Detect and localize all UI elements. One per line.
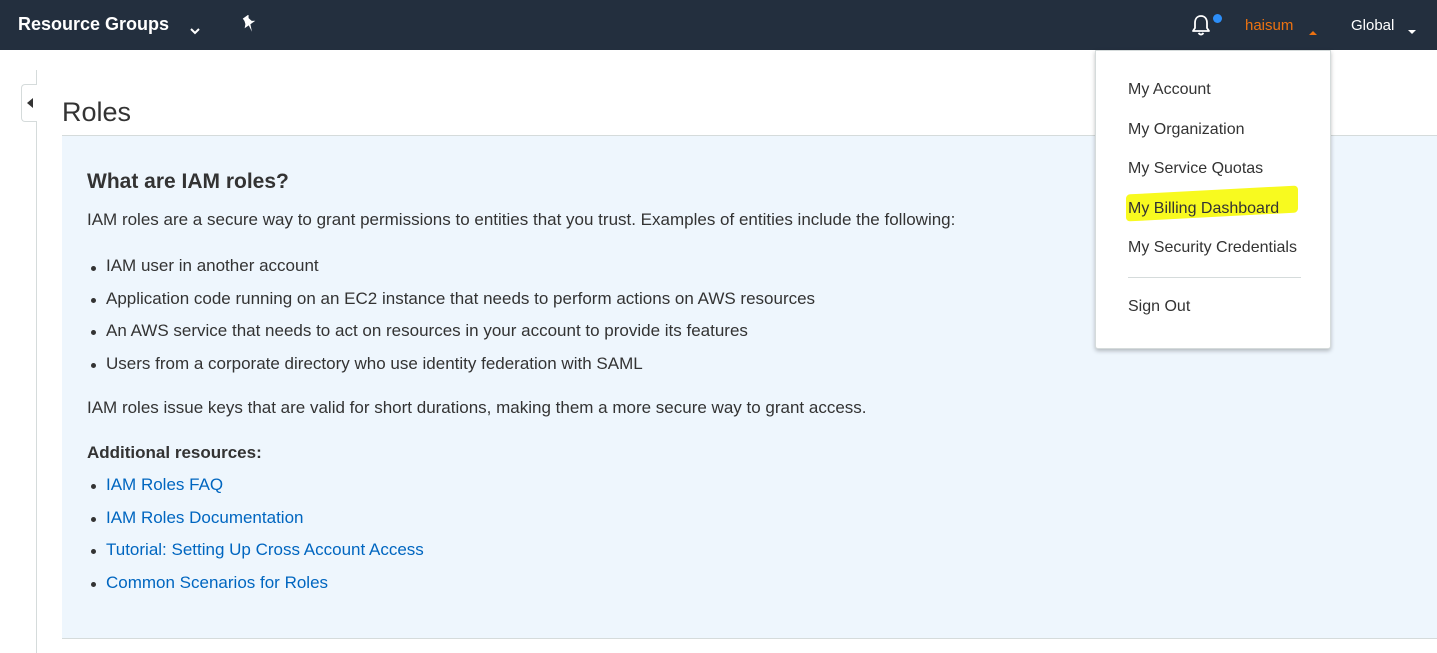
keys-note: IAM roles issue keys that are valid for … bbox=[87, 398, 867, 417]
account-menu-button[interactable]: haisum bbox=[1245, 17, 1293, 34]
top-navigation-bar: Resource Groups haisum Global bbox=[0, 0, 1437, 50]
list-bullet bbox=[91, 549, 96, 554]
list-item: IAM user in another account bbox=[106, 256, 319, 275]
list-item: Application code running on an EC2 insta… bbox=[106, 289, 816, 308]
chevron-up-icon[interactable] bbox=[1308, 23, 1318, 41]
resources-heading: Additional resources: bbox=[87, 443, 262, 462]
list-item: Users from a corporate directory who use… bbox=[106, 354, 643, 373]
list-bullet bbox=[91, 517, 96, 522]
link-common-scenarios[interactable]: Common Scenarios for Roles bbox=[106, 573, 328, 593]
menu-item-my-security-credentials[interactable]: My Security Credentials bbox=[1128, 239, 1297, 257]
list-item: An AWS service that needs to act on reso… bbox=[106, 321, 748, 340]
notification-badge bbox=[1213, 14, 1222, 23]
pin-icon[interactable] bbox=[240, 14, 258, 38]
link-cross-account-tutorial[interactable]: Tutorial: Setting Up Cross Account Acces… bbox=[106, 540, 424, 560]
info-heading: What are IAM roles? bbox=[87, 170, 289, 193]
link-iam-roles-faq[interactable]: IAM Roles FAQ bbox=[106, 475, 223, 495]
page-title: Roles bbox=[62, 97, 132, 127]
menu-item-my-account[interactable]: My Account bbox=[1128, 81, 1211, 99]
menu-divider bbox=[1128, 277, 1301, 278]
menu-item-my-service-quotas[interactable]: My Service Quotas bbox=[1128, 160, 1263, 178]
sidebar-toggle-button[interactable] bbox=[21, 84, 37, 122]
bell-icon[interactable] bbox=[1190, 14, 1212, 41]
info-intro: IAM roles are a secure way to grant perm… bbox=[87, 210, 956, 229]
region-menu-button[interactable]: Global bbox=[1351, 17, 1394, 34]
menu-item-my-organization[interactable]: My Organization bbox=[1128, 121, 1245, 139]
menu-item-sign-out[interactable]: Sign Out bbox=[1128, 298, 1190, 316]
list-bullet bbox=[91, 298, 96, 303]
list-bullet bbox=[91, 363, 96, 368]
chevron-left-icon bbox=[27, 98, 33, 108]
link-iam-roles-documentation[interactable]: IAM Roles Documentation bbox=[106, 508, 303, 528]
list-bullet bbox=[91, 484, 96, 489]
account-dropdown-menu: My Account My Organization My Service Qu… bbox=[1095, 50, 1331, 349]
sidebar-divider bbox=[36, 70, 37, 653]
resource-groups-menu[interactable]: Resource Groups bbox=[18, 14, 169, 35]
chevron-down-icon[interactable] bbox=[1407, 23, 1417, 41]
menu-item-my-billing-dashboard[interactable]: My Billing Dashboard bbox=[1128, 200, 1279, 218]
chevron-down-icon[interactable] bbox=[190, 22, 200, 40]
list-bullet bbox=[91, 266, 96, 271]
list-bullet bbox=[91, 330, 96, 335]
list-bullet bbox=[91, 582, 96, 587]
